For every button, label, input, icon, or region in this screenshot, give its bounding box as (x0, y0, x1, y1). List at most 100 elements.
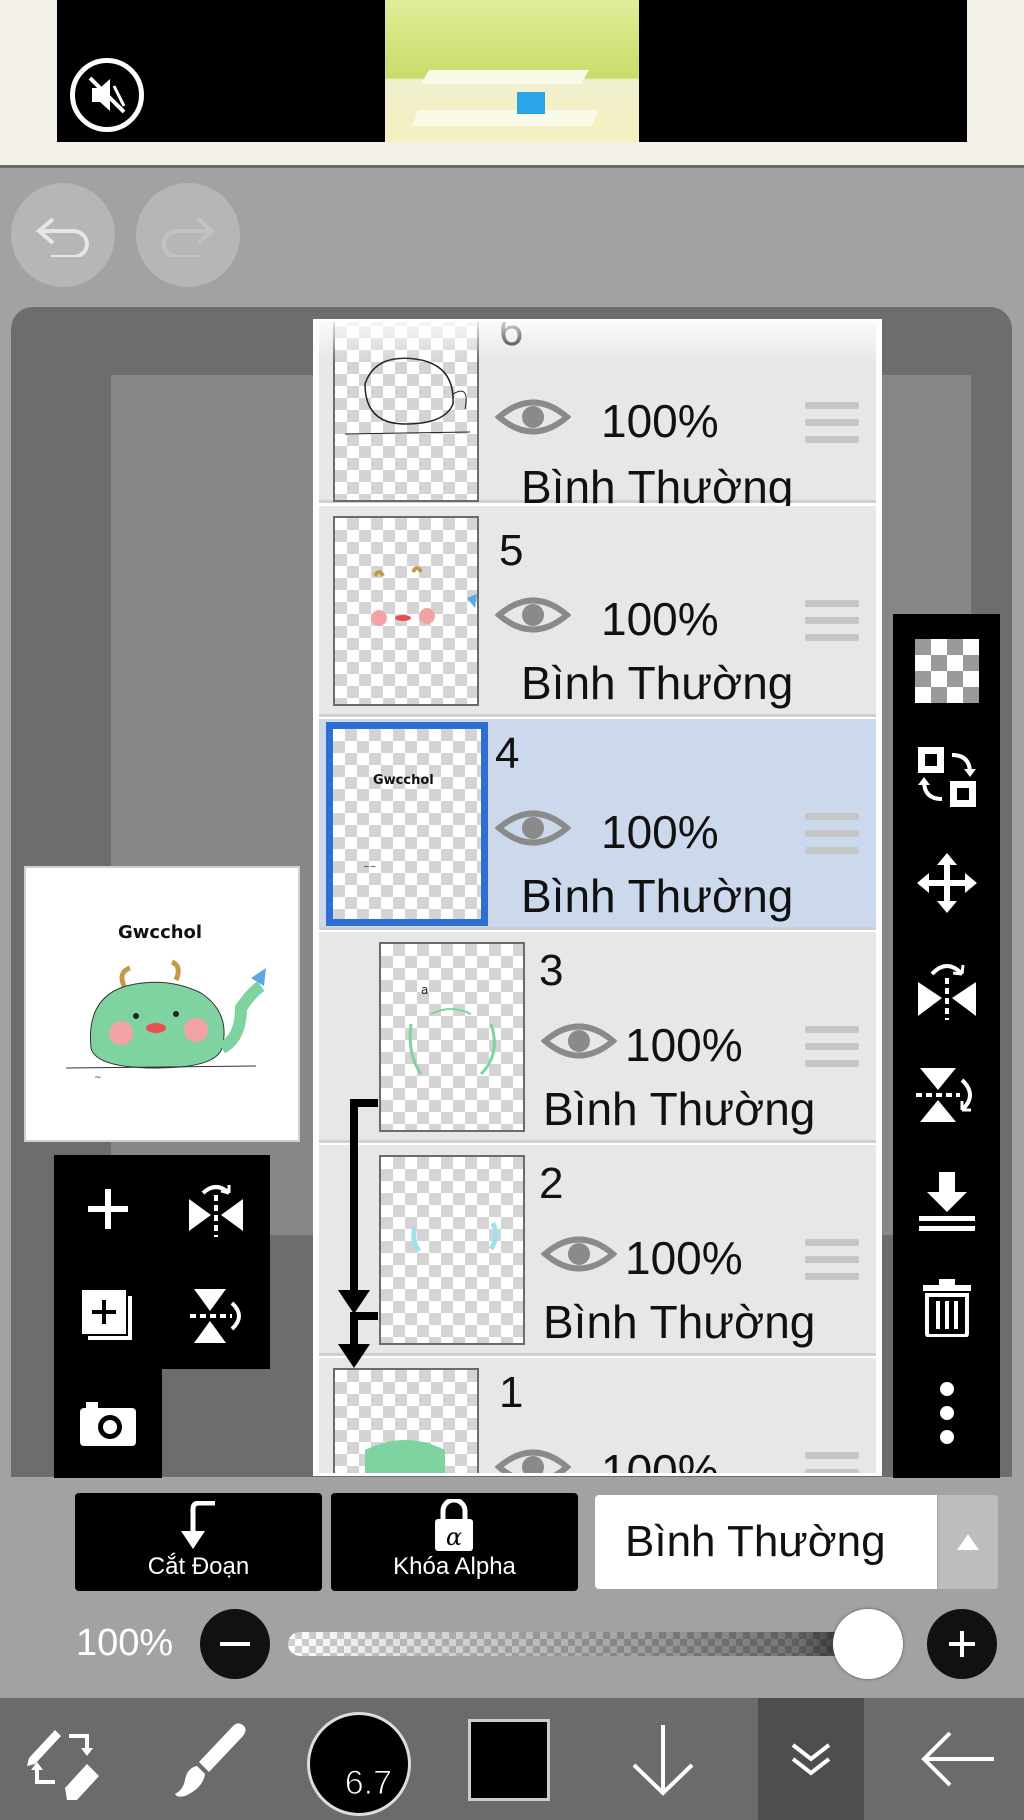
eye-icon[interactable] (495, 394, 571, 440)
delete-layer-button[interactable] (893, 1254, 1000, 1360)
undo-button[interactable] (11, 183, 115, 287)
plus-icon (949, 1631, 975, 1657)
layer-thumbnail[interactable] (333, 1368, 479, 1473)
brush-size-button[interactable]: 6.7 (307, 1712, 411, 1816)
ad-thumbnail[interactable] (385, 0, 639, 142)
camera-icon (80, 1401, 136, 1446)
swap-layers-icon (917, 747, 976, 807)
opacity-increase-button[interactable] (927, 1609, 997, 1679)
opacity-slider-track[interactable] (288, 1632, 888, 1656)
layer-thumbnail[interactable]: a (379, 942, 525, 1132)
right-toolbar (893, 614, 1000, 1478)
transparency-button[interactable] (893, 618, 1000, 724)
arrow-left-icon (921, 1731, 994, 1787)
clip-arrow-icon (181, 1501, 215, 1549)
layer-opacity: 100% (625, 1019, 743, 1071)
flip-horizontal-icon (917, 964, 976, 1020)
arrow-down-icon (338, 1344, 370, 1368)
layer-row[interactable]: 5 100% Bình Thường (319, 506, 876, 717)
flip-horizontal-layer-button[interactable] (162, 1155, 270, 1262)
layer-opacity: 100% (601, 806, 719, 858)
svg-text:~: ~ (94, 1073, 102, 1083)
add-layer-button[interactable] (54, 1155, 162, 1262)
brush-tool-button[interactable] (160, 1698, 260, 1820)
layer-number: 3 (539, 946, 564, 995)
layer-number: 1 (499, 1368, 524, 1417)
color-swatch-button[interactable] (468, 1719, 550, 1801)
speaker-muted-icon[interactable] (70, 58, 144, 132)
eye-icon[interactable] (541, 1018, 617, 1064)
redo-icon (162, 217, 216, 257)
layer-opacity: 100% (625, 1232, 743, 1284)
redo-button[interactable] (136, 183, 240, 287)
layer-row-selected[interactable]: Gwcchol ~~ 4 100% Bình Thường (319, 719, 876, 930)
drag-handle-icon[interactable] (805, 402, 859, 448)
layer-swap-button[interactable] (893, 724, 1000, 830)
drag-handle-icon[interactable] (805, 1452, 859, 1473)
brush-icon (175, 1723, 246, 1797)
arrow-down-icon (632, 1725, 694, 1796)
move-button[interactable] (893, 830, 1000, 936)
pen-eraser-toggle-button[interactable] (12, 1698, 112, 1820)
alpha-lock-button[interactable]: α Khóa Alpha (331, 1493, 578, 1591)
layers-fade (316, 322, 879, 362)
app-root: { "ad": {"mute_icon": "speaker-muted-ico… (0, 0, 1024, 1820)
lock-alpha-icon: α (435, 1499, 473, 1551)
more-vertical-icon (939, 1382, 954, 1444)
eye-icon[interactable] (495, 1444, 571, 1476)
more-options-button[interactable] (893, 1360, 1000, 1466)
download-button[interactable] (618, 1698, 708, 1820)
checkerboard-icon (914, 639, 979, 703)
layer-row[interactable]: a 3 100% Bình Thường (319, 932, 876, 1143)
import-photo-button[interactable] (54, 1369, 162, 1476)
flip-horizontal-icon (189, 1184, 243, 1237)
triangle-up-icon (957, 1534, 979, 1550)
layer-thumbnail[interactable] (379, 1155, 525, 1345)
svg-text:Gwcchol: Gwcchol (118, 922, 202, 943)
drag-handle-icon[interactable] (805, 813, 859, 859)
layer-row[interactable]: 1 100% (319, 1358, 876, 1476)
layer-number: 4 (495, 729, 520, 778)
merge-down-button[interactable] (893, 1148, 1000, 1254)
svg-text:~~: ~~ (363, 862, 376, 871)
add-copy-icon (82, 1289, 132, 1340)
eye-icon[interactable] (495, 592, 571, 638)
left-camera-tool (54, 1369, 162, 1479)
layer-blend-mode: Bình Thường (521, 657, 794, 709)
layer-row[interactable]: 2 100% Bình Thường (319, 1145, 876, 1356)
layers-panel-toggle-button[interactable] (762, 1698, 860, 1820)
alpha-lock-label: Khóa Alpha (393, 1553, 516, 1580)
back-button[interactable] (908, 1698, 1008, 1820)
opacity-slider-thumb[interactable] (833, 1609, 903, 1679)
blend-mode-dropdown-button[interactable] (938, 1495, 998, 1589)
layer-number: 5 (499, 526, 524, 575)
drag-handle-icon[interactable] (805, 1026, 859, 1072)
flip-vertical-layer-button[interactable] (162, 1262, 270, 1369)
flip-horizontal-button[interactable] (893, 936, 1000, 1042)
clipping-button[interactable]: Cắt Đoạn (75, 1493, 322, 1591)
opacity-value-label: 100% (76, 1622, 174, 1664)
ad-banner[interactable] (0, 0, 1024, 168)
flip-vertical-icon (190, 1288, 241, 1343)
drag-handle-icon[interactable] (805, 600, 859, 646)
merge-down-icon (918, 1172, 975, 1231)
layer-thumbnail[interactable] (333, 516, 479, 706)
add-layer-copy-button[interactable] (54, 1262, 162, 1369)
layer-thumbnail[interactable]: Gwcchol ~~ (326, 722, 488, 926)
svg-text:α: α (446, 1523, 462, 1551)
layers-panel[interactable]: 6 100% Bình Thường 5 100% Bình Thường Gw… (313, 319, 882, 1476)
eye-icon[interactable] (541, 1231, 617, 1277)
svg-text:a: a (421, 983, 428, 997)
trash-icon (922, 1279, 971, 1337)
layer-opacity: 100% (601, 593, 719, 645)
flip-vertical-button[interactable] (893, 1042, 1000, 1148)
blend-mode-select[interactable]: Bình Thường (595, 1495, 937, 1589)
eye-icon[interactable] (495, 805, 571, 851)
navigator-preview[interactable]: Gwcchol ~ (24, 866, 300, 1142)
drag-handle-icon[interactable] (805, 1239, 859, 1285)
layer-blend-mode: Bình Thường (521, 870, 794, 922)
plus-icon (88, 1188, 128, 1229)
svg-text:Gwcchol: Gwcchol (373, 773, 434, 788)
opacity-decrease-button[interactable] (200, 1609, 270, 1679)
layer-number: 2 (539, 1159, 564, 1208)
